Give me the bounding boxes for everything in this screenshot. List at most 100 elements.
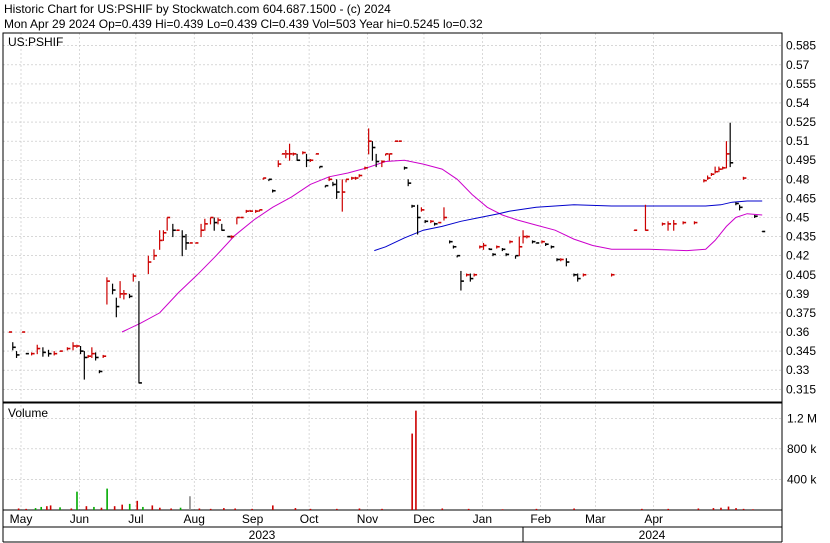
volume-bar [309, 508, 312, 510]
price-y-tick-label: 0.525 [786, 115, 816, 129]
volume-bar [76, 491, 78, 510]
price-bar [25, 352, 29, 355]
year-label: 2023 [249, 528, 276, 542]
volume-bar [712, 508, 715, 510]
volume-bar [59, 507, 61, 510]
volume-bar [735, 508, 737, 510]
volume-bar [40, 506, 43, 510]
month-tick-label: Jun [70, 512, 89, 526]
price-y-tick-label: 0.555 [786, 77, 816, 91]
chart-background [0, 0, 830, 543]
volume-bar [535, 508, 538, 510]
month-tick-label: Aug [184, 512, 205, 526]
volume-bar [128, 503, 131, 510]
volume-bar [441, 508, 444, 510]
volume-bar [159, 507, 161, 510]
volume-bar [17, 508, 20, 510]
price-y-tick-label: 0.585 [786, 39, 816, 53]
volume-bar [85, 506, 88, 510]
volume-bar [136, 500, 139, 510]
price-y-tick-label: 0.36 [786, 325, 810, 339]
price-bar [8, 331, 12, 333]
price-y-tick-label: 0.51 [786, 134, 810, 148]
volume-y-axis-labels: 1.2 M 800 k 400 k [787, 411, 817, 486]
price-y-tick-label: 0.345 [786, 344, 816, 358]
month-tick-label: Sep [242, 512, 264, 526]
price-y-tick-label: 0.465 [786, 191, 816, 205]
month-tick-label: Jul [128, 512, 143, 526]
price-bar [315, 153, 319, 155]
volume-bar [467, 508, 470, 510]
volume-bar [251, 508, 253, 510]
chart-header-line2: Mon Apr 29 2024 Op=0.439 Hi=0.439 Lo=0.4… [4, 17, 483, 31]
volume-bar [179, 507, 182, 510]
price-y-tick-label: 0.54 [786, 96, 810, 110]
price-y-tick-label: 0.315 [786, 382, 816, 396]
price-y-tick-label: 0.39 [786, 287, 810, 301]
month-tick-label: May [10, 512, 33, 526]
volume-bar [752, 509, 754, 511]
month-tick-label: Oct [300, 512, 319, 526]
price-y-tick-label: 0.45 [786, 211, 810, 225]
price-y-tick-label: 0.48 [786, 172, 810, 186]
price-bar [59, 350, 63, 352]
price-bar [633, 229, 638, 232]
month-tick-label: Feb [530, 512, 551, 526]
volume-bar [49, 505, 52, 510]
volume-bar [70, 508, 73, 510]
volume-bar [223, 508, 225, 510]
volume-bar [93, 506, 95, 510]
volume-bar [381, 508, 383, 510]
price-y-tick-label: 0.435 [786, 230, 816, 244]
volume-bar [34, 508, 37, 510]
price-bar [394, 140, 399, 142]
month-tick-label: Dec [413, 512, 434, 526]
price-bar [194, 242, 199, 244]
volume-y-tick-label: 800 k [787, 442, 817, 456]
price-y-tick-label: 0.42 [786, 249, 810, 263]
volume-bar [667, 508, 670, 510]
volume-bar [234, 508, 236, 510]
chart-header-line1: Historic Chart for US:PSHIF by Stockwatc… [4, 2, 391, 16]
volume-bar [25, 508, 27, 510]
volume-bar [641, 508, 643, 510]
price-y-tick-label: 0.495 [786, 153, 816, 167]
volume-bar [358, 508, 361, 510]
price-bar [535, 242, 540, 244]
month-tick-label: Mar [585, 512, 606, 526]
price-y-tick-label: 0.57 [786, 58, 810, 72]
volume-bar [113, 506, 116, 510]
price-panel-title: US:PSHIF [8, 35, 63, 49]
month-tick-label: Apr [644, 512, 663, 526]
volume-y-tick-label: 400 k [787, 472, 817, 486]
volume-bar [142, 506, 144, 510]
volume-bar [272, 505, 274, 510]
month-tick-label: Jan [473, 512, 492, 526]
price-bar [189, 242, 193, 244]
volume-bar [106, 488, 108, 510]
price-bar [240, 216, 244, 219]
price-y-tick-label: 0.375 [786, 306, 816, 320]
volume-bar [720, 507, 722, 510]
volume-bar [501, 509, 504, 511]
volume-bar [697, 508, 700, 510]
volume-bar [121, 504, 123, 510]
month-tick-label: Nov [357, 512, 378, 526]
volume-bar [46, 506, 48, 510]
volume-bar [209, 508, 212, 510]
volume-bar [742, 508, 745, 510]
volume-bar [151, 505, 154, 510]
price-bar [761, 230, 766, 233]
price-bar [281, 153, 286, 155]
volume-bar [198, 508, 201, 510]
volume-bar [415, 410, 417, 510]
volume-bar [336, 508, 338, 510]
volume-bar [727, 506, 730, 510]
volume-y-tick-label: 1.2 M [787, 411, 817, 425]
volume-bar [411, 433, 413, 510]
price-y-tick-label: 0.33 [786, 363, 810, 377]
price-bar [226, 235, 231, 238]
price-y-tick-label: 0.405 [786, 268, 816, 282]
volume-bar [100, 507, 103, 510]
volume-panel-title: Volume [8, 406, 48, 420]
